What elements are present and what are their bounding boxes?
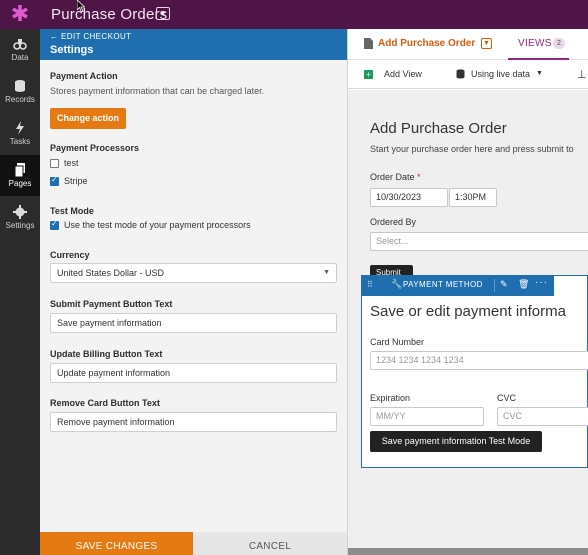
submit-text-input[interactable]: Save payment information xyxy=(50,313,337,333)
views-count-badge: 2 xyxy=(553,38,565,49)
caret-down-icon[interactable]: ▼ xyxy=(536,70,543,77)
checkbox-label: test xyxy=(64,158,79,168)
back-link[interactable]: ← EDIT CHECKOUT xyxy=(50,32,131,41)
form-title: Add Purchase Order xyxy=(370,120,507,137)
form-preview: Add Purchase Order Start your purchase o… xyxy=(348,90,588,548)
change-action-button[interactable]: Change action xyxy=(50,108,126,129)
checkbox[interactable] xyxy=(50,175,59,186)
view-toolbar: + Add View Using live data ▼ ⊥ xyxy=(348,60,588,89)
nav-label: Pages xyxy=(8,179,32,188)
block-toolbar: ⠿ 🔧 PAYMENT METHOD ✎ 🗑 ··· xyxy=(361,275,554,296)
order-date-input[interactable]: 10/30/2023 xyxy=(370,188,448,207)
pages-icon xyxy=(14,163,25,177)
chevron-down-icon[interactable]: ▼ xyxy=(481,38,492,49)
page-icon xyxy=(364,38,373,49)
nav-item-data[interactable]: Data xyxy=(0,29,40,70)
page-header: Add Purchase Order ▼ VIEWS 2 xyxy=(348,29,588,60)
expiration-input[interactable]: MM/YY xyxy=(370,407,484,426)
app-logo[interactable]: ✱ xyxy=(9,3,31,25)
nav-item-pages[interactable]: Pages xyxy=(0,155,40,196)
pencil-icon[interactable]: ✎ xyxy=(500,279,508,290)
card-number-label: Card Number xyxy=(370,337,425,347)
ordered-by-select[interactable]: Select... xyxy=(370,232,588,251)
panel-header: ← EDIT CHECKOUT Settings xyxy=(40,29,347,60)
settings-panel: ← EDIT CHECKOUT Settings Payment Action … xyxy=(40,29,347,555)
nav-item-tasks[interactable]: Tasks xyxy=(0,113,40,154)
nav-label: Data xyxy=(11,53,29,62)
ordered-by-label: Ordered By xyxy=(370,217,417,227)
payment-action-title: Payment Action xyxy=(50,71,118,81)
remove-text-input[interactable]: Remove payment information xyxy=(50,412,337,432)
test-mode-title: Test Mode xyxy=(50,206,94,216)
payment-method-block[interactable]: ⠿ 🔧 PAYMENT METHOD ✎ 🗑 ··· Save or edit … xyxy=(361,275,588,468)
payment-title: Save or edit payment informa xyxy=(370,303,566,320)
data-icon xyxy=(13,39,27,50)
payment-action-description: Stores payment information that can be c… xyxy=(50,86,265,96)
preview-canvas: Add Purchase Order Start your purchase o… xyxy=(348,90,588,555)
cvc-label: CVC xyxy=(497,393,517,403)
checkbox[interactable] xyxy=(50,219,59,230)
checkbox[interactable] xyxy=(50,159,59,168)
checkbox-label: Use the test mode of your payment proces… xyxy=(64,220,251,230)
checkbox-label: Stripe xyxy=(64,176,88,186)
app-title: Purchase Orders xyxy=(51,6,168,23)
arrow-left-icon: ← xyxy=(50,32,59,41)
panel-title: Settings xyxy=(50,44,94,56)
nav-label: Records xyxy=(5,95,35,104)
update-text-title: Update Billing Button Text xyxy=(50,349,163,359)
nav-label: Settings xyxy=(5,221,35,230)
save-changes-button[interactable]: SAVE CHANGES xyxy=(40,532,193,555)
currency-title: Currency xyxy=(50,250,90,260)
drag-handle-icon[interactable]: ⠿ xyxy=(367,280,373,289)
database-icon xyxy=(456,69,465,79)
order-time-input[interactable]: 1:30PM xyxy=(449,188,497,207)
panel-footer: SAVE CHANGES CANCEL xyxy=(40,532,347,555)
toolbar-separator xyxy=(494,279,495,292)
caret-down-icon: ▼ xyxy=(323,269,330,276)
nav-item-records[interactable]: Records xyxy=(0,71,40,112)
gear-icon xyxy=(13,205,27,219)
required-mark: * xyxy=(417,172,421,182)
currency-select[interactable]: United States Dollar - USD ▼ xyxy=(50,263,337,283)
expiration-label: Expiration xyxy=(370,393,411,403)
tab-views[interactable]: VIEWS 2 xyxy=(508,29,569,60)
nav-item-settings[interactable]: Settings xyxy=(0,197,40,238)
nav-label: Tasks xyxy=(9,137,31,146)
left-nav: Data Records Tasks Pages Settings xyxy=(0,29,40,555)
database-icon xyxy=(15,80,25,92)
back-label: EDIT CHECKOUT xyxy=(61,32,132,41)
page-title[interactable]: Add Purchase Order xyxy=(378,38,475,49)
update-text-input[interactable]: Update payment information xyxy=(50,363,337,383)
data-source-dropdown[interactable]: Using live data xyxy=(471,69,530,79)
save-payment-button[interactable]: Save payment information Test Mode xyxy=(370,431,542,452)
payment-processors-title: Payment Processors xyxy=(50,143,140,153)
wrench-icon: 🔧 xyxy=(391,279,403,289)
cvc-input[interactable]: CVC xyxy=(497,407,588,426)
trash-icon[interactable]: 🗑 xyxy=(518,279,529,290)
order-date-label: Order Date * xyxy=(370,172,421,182)
card-number-input[interactable]: 1234 1234 1234 1234 xyxy=(370,351,588,370)
label-text: Order Date xyxy=(370,172,415,182)
bolt-icon xyxy=(16,121,24,135)
top-bar: ✱ Purchase Orders ▼ xyxy=(0,0,588,29)
submit-text-title: Submit Payment Button Text xyxy=(50,299,173,309)
remove-text-title: Remove Card Button Text xyxy=(50,398,160,408)
cancel-button[interactable]: CANCEL xyxy=(193,532,347,555)
add-view-button[interactable]: Add View xyxy=(384,69,422,79)
more-icon[interactable]: ··· xyxy=(535,277,548,288)
fit-height-icon[interactable]: ⊥ xyxy=(577,68,588,81)
mouse-cursor-icon xyxy=(77,0,85,12)
currency-value: United States Dollar - USD xyxy=(57,268,165,278)
plus-icon[interactable]: + xyxy=(364,70,373,79)
chevron-down-icon[interactable]: ▼ xyxy=(156,7,170,20)
block-type-label: PAYMENT METHOD xyxy=(403,280,483,289)
views-label: VIEWS xyxy=(518,38,552,49)
form-subtitle: Start your purchase order here and press… xyxy=(370,144,574,154)
